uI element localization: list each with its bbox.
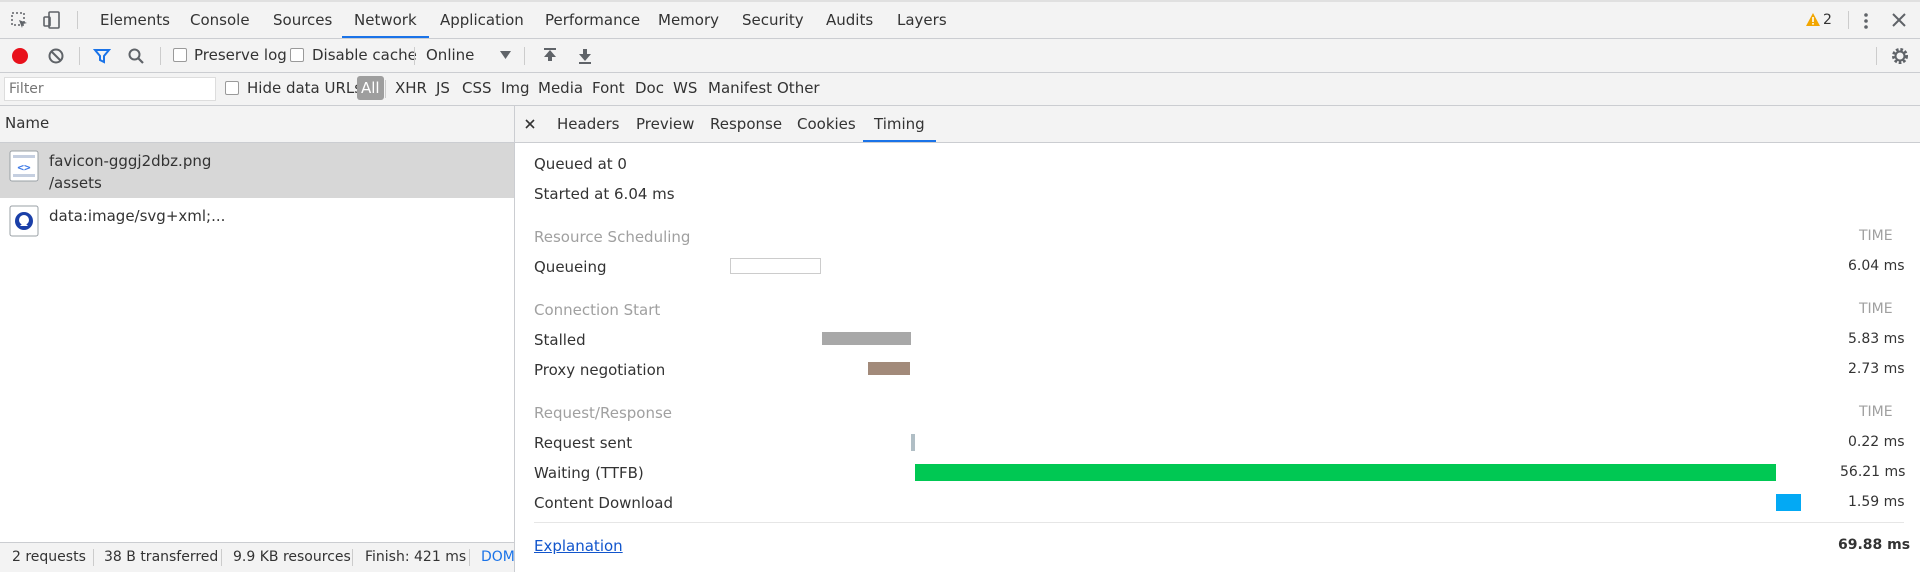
filter-type-xhr[interactable]: XHR <box>395 79 427 97</box>
tab-console[interactable]: Console <box>190 2 250 38</box>
filter-type-doc[interactable]: Doc <box>635 79 664 97</box>
request-list-header: Name <box>0 106 514 143</box>
timing-value-content-download: 1.59 ms <box>1848 494 1905 510</box>
tab-layers[interactable]: Layers <box>897 2 947 38</box>
disable-cache-label[interactable]: Disable cache <box>312 46 417 64</box>
timing-label-request-sent: Request sent <box>534 434 633 452</box>
tab-preview[interactable]: Preview <box>636 106 694 142</box>
timing-label-stalled: Stalled <box>534 331 586 349</box>
explanation-link[interactable]: Explanation <box>534 537 623 555</box>
timing-bar-waiting-ttfb <box>915 464 1776 481</box>
detail-tabbar: Headers Preview Response Cookies Timing <box>515 106 1920 143</box>
filter-type-media[interactable]: Media <box>538 79 583 97</box>
svg-text:<>: <> <box>17 161 31 174</box>
filter-type-css[interactable]: CSS <box>462 79 492 97</box>
finish-time: Finish: 421 ms <box>365 549 467 565</box>
filter-type-all[interactable]: All <box>357 76 384 100</box>
status-bar: 2 requests 38 B transferred 9.9 KB resou… <box>0 542 515 572</box>
request-count: 2 requests <box>12 549 86 565</box>
time-column-label: TIME <box>1859 301 1893 317</box>
section-title-connection-start: Connection Start <box>534 301 661 319</box>
svg-file-icon <box>9 205 39 237</box>
time-column-label: TIME <box>1859 404 1893 420</box>
dom-content-loaded: DOM <box>481 549 515 565</box>
image-file-icon: <> <box>9 150 39 182</box>
close-devtools-icon[interactable] <box>1891 12 1907 28</box>
name-column-header[interactable]: Name <box>5 114 49 132</box>
timing-label-proxy-negotiation: Proxy negotiation <box>534 361 666 379</box>
preserve-log-label[interactable]: Preserve log <box>194 46 287 64</box>
hide-data-urls-label[interactable]: Hide data URLs <box>247 79 362 97</box>
timing-value-request-sent: 0.22 ms <box>1848 434 1905 450</box>
started-at: Started at 6.04 ms <box>534 185 675 203</box>
tab-headers[interactable]: Headers <box>557 106 619 142</box>
request-name: favicon-gggj2dbz.png <box>49 152 212 170</box>
total-time: 69.88 ms <box>1838 537 1911 553</box>
request-path: /assets <box>49 174 102 192</box>
tab-memory[interactable]: Memory <box>658 2 719 38</box>
section-title-request-response: Request/Response <box>534 404 673 422</box>
tab-timing[interactable]: Timing <box>863 106 936 142</box>
tab-cookies[interactable]: Cookies <box>797 106 856 142</box>
time-column-label: TIME <box>1859 228 1893 244</box>
warning-count[interactable]: 2 <box>1823 2 1832 38</box>
filter-type-font[interactable]: Font <box>592 79 625 97</box>
tab-elements[interactable]: Elements <box>100 2 170 38</box>
transferred-size: 38 B transferred <box>104 549 219 565</box>
devtools-tabbar: Elements Console Sources Network Applica… <box>0 2 1920 39</box>
timing-value-waiting-ttfb: 56.21 ms <box>1840 464 1906 480</box>
inspect-element-icon[interactable] <box>10 11 30 31</box>
resources-size: 9.9 KB resources <box>233 549 351 565</box>
queued-at: Queued at 0 <box>534 155 627 173</box>
timing-bar-proxy-negotiation <box>868 362 910 375</box>
search-icon[interactable] <box>127 47 145 65</box>
settings-gear-icon[interactable] <box>1890 46 1910 66</box>
tab-performance[interactable]: Performance <box>545 2 640 38</box>
request-row[interactable]: <> favicon-gggj2dbz.png /assets <box>0 143 514 198</box>
filter-type-js[interactable]: JS <box>436 79 450 97</box>
tab-audits[interactable]: Audits <box>826 2 873 38</box>
request-list: Name <> favicon-gggj2dbz.png /assets dat… <box>0 106 515 542</box>
filter-type-ws[interactable]: WS <box>673 79 697 97</box>
filter-icon[interactable] <box>93 47 111 65</box>
clear-icon[interactable] <box>47 47 65 65</box>
more-vertical-icon[interactable] <box>1856 11 1876 31</box>
timing-value-proxy-negotiation: 2.73 ms <box>1848 361 1905 377</box>
timing-bar-queueing <box>730 258 821 274</box>
filter-bar: Hide data URLs All XHR JS CSS Img Media … <box>0 73 1920 106</box>
timing-value-stalled: 5.83 ms <box>1848 331 1905 347</box>
timing-bar-request-sent <box>911 434 915 451</box>
record-icon[interactable] <box>11 47 29 65</box>
chevron-down-icon[interactable] <box>500 51 511 59</box>
throttle-select[interactable]: Online <box>426 46 474 64</box>
timing-bar-stalled <box>822 332 911 345</box>
tab-response[interactable]: Response <box>710 106 782 142</box>
request-name: data:image/svg+xml;... <box>49 207 226 225</box>
tab-security[interactable]: Security <box>742 2 804 38</box>
export-har-icon[interactable] <box>577 47 593 65</box>
timing-bar-content-download <box>1776 494 1801 511</box>
hide-data-urls-checkbox[interactable] <box>225 81 239 95</box>
filter-type-manifest[interactable]: Manifest <box>708 79 772 97</box>
warning-icon[interactable] <box>1806 13 1820 26</box>
request-row[interactable]: data:image/svg+xml;... <box>0 198 514 248</box>
timing-label-queueing: Queueing <box>534 258 607 276</box>
device-toolbar-icon[interactable] <box>42 10 62 30</box>
timing-label-waiting-ttfb: Waiting (TTFB) <box>534 464 644 482</box>
section-title-resource-scheduling: Resource Scheduling <box>534 228 691 246</box>
tab-sources[interactable]: Sources <box>273 2 332 38</box>
tab-network[interactable]: Network <box>342 2 429 38</box>
filter-type-other[interactable]: Other <box>777 79 820 97</box>
timing-value-queueing: 6.04 ms <box>1848 258 1905 274</box>
import-har-icon[interactable] <box>542 47 558 65</box>
preserve-log-checkbox[interactable] <box>173 48 187 62</box>
disable-cache-checkbox[interactable] <box>290 48 304 62</box>
filter-type-img[interactable]: Img <box>501 79 530 97</box>
close-detail-icon[interactable] <box>525 119 535 129</box>
filter-input[interactable] <box>4 77 216 101</box>
tab-application[interactable]: Application <box>440 2 524 38</box>
timing-label-content-download: Content Download <box>534 494 673 512</box>
network-toolbar: Preserve log Disable cache Online <box>0 39 1920 73</box>
